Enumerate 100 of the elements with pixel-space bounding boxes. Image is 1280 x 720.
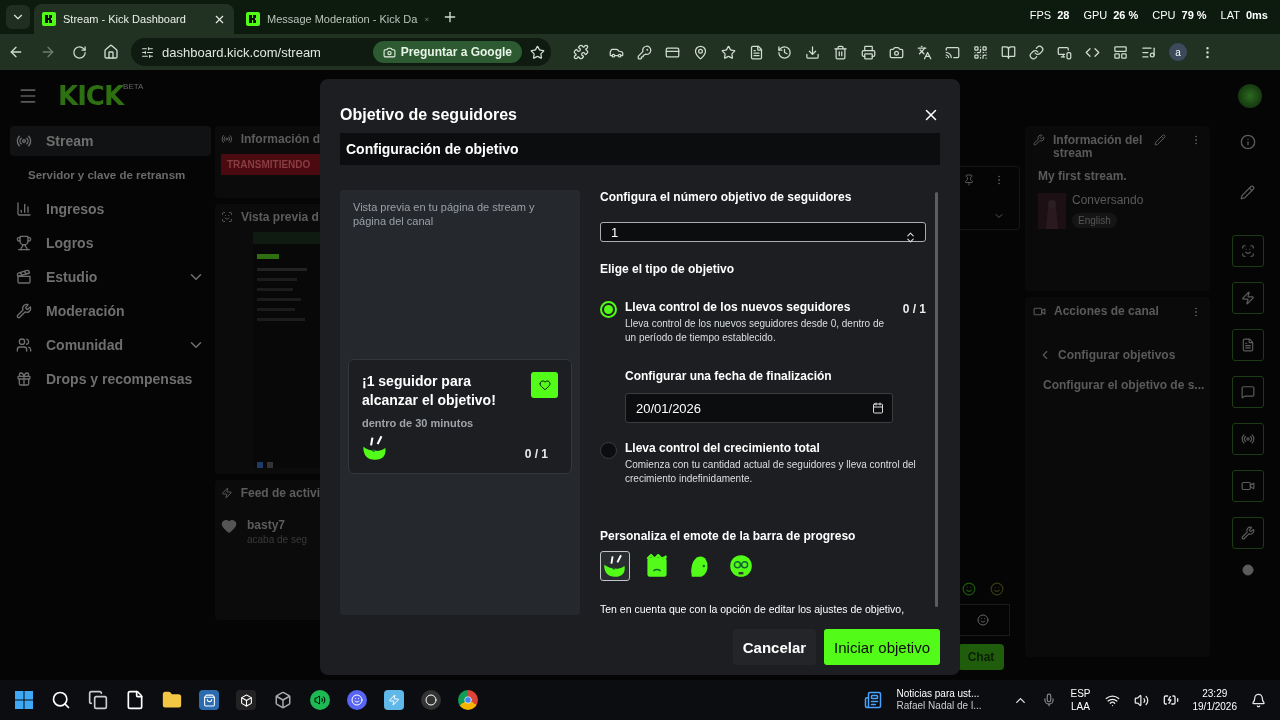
- chat-app-icon[interactable]: [347, 690, 367, 710]
- layout-icon[interactable]: [1113, 44, 1128, 60]
- home-icon[interactable]: [103, 44, 119, 60]
- browser-tab[interactable]: Stream - Kick Dashboard: [34, 4, 234, 34]
- camera-icon[interactable]: [889, 44, 904, 60]
- emote-icon: [990, 582, 1004, 596]
- reload-icon[interactable]: [72, 44, 87, 60]
- rail-button[interactable]: [1231, 517, 1264, 549]
- spinner-icon[interactable]: [904, 231, 917, 244]
- new-tab-icon[interactable]: [442, 9, 458, 25]
- file-icon[interactable]: [125, 690, 145, 710]
- bookmark-star-icon[interactable]: [530, 44, 545, 60]
- gift-icon[interactable]: [16, 371, 32, 387]
- game-launcher-icon[interactable]: [236, 690, 256, 710]
- search-icon[interactable]: [51, 690, 71, 710]
- scrollbar[interactable]: [935, 192, 938, 607]
- back-icon[interactable]: [8, 44, 24, 60]
- qr-code-icon[interactable]: [973, 44, 988, 60]
- nav-item[interactable]: Comunidad: [10, 330, 211, 360]
- nav-item[interactable]: Drops y recompensas: [10, 364, 211, 394]
- book-icon[interactable]: [1001, 44, 1016, 60]
- camera-icon[interactable]: [382, 45, 396, 59]
- site-settings-icon[interactable]: [141, 45, 154, 59]
- link-icon[interactable]: [1029, 44, 1044, 60]
- clapperboard-icon[interactable]: [16, 269, 32, 285]
- extensions-icon[interactable]: [573, 44, 589, 60]
- broadcast-icon[interactable]: [1240, 432, 1255, 446]
- notifications-icon[interactable]: [1251, 692, 1266, 708]
- trophy-icon[interactable]: [16, 235, 32, 251]
- feed-user: basty7: [247, 518, 287, 532]
- users-icon[interactable]: [16, 337, 32, 353]
- keyboard-language[interactable]: ESP LAA: [1070, 687, 1091, 713]
- nav-item[interactable]: Ingresos: [10, 194, 211, 224]
- cube-icon[interactable]: [273, 690, 293, 710]
- radio-button[interactable]: [600, 442, 617, 459]
- broadcast-icon[interactable]: [16, 133, 32, 149]
- emote-icon: [729, 554, 753, 578]
- battery-icon[interactable]: [1162, 692, 1179, 708]
- history-icon[interactable]: [777, 44, 792, 60]
- field-label: Elige el tipo de objetivo: [600, 262, 735, 276]
- tab-list-button[interactable]: [6, 5, 30, 29]
- wifi-icon[interactable]: [1104, 692, 1120, 708]
- wrench-icon[interactable]: [1240, 526, 1255, 540]
- forward-icon[interactable]: [40, 44, 56, 60]
- card-icon[interactable]: [665, 44, 680, 60]
- star-icon[interactable]: [721, 44, 736, 60]
- folder-icon[interactable]: [162, 690, 182, 710]
- ask-google-button[interactable]: Preguntar a Google: [372, 41, 522, 63]
- rail-button[interactable]: [1231, 329, 1264, 361]
- devices-icon[interactable]: [1057, 44, 1072, 60]
- clock[interactable]: 23:29 19/1/2026: [1192, 687, 1237, 713]
- lightning-icon[interactable]: [1240, 291, 1255, 305]
- download-icon[interactable]: [805, 44, 820, 60]
- address-bar[interactable]: dashboard.kick.com/stream Preguntar a Google: [131, 38, 551, 66]
- translate-icon[interactable]: [917, 44, 932, 60]
- rail-button[interactable]: [1231, 470, 1264, 502]
- cancel-button[interactable]: Cancelar: [732, 629, 817, 665]
- playlist-icon[interactable]: [1141, 44, 1156, 60]
- key-icon[interactable]: [637, 44, 652, 60]
- microphone-icon[interactable]: [1042, 693, 1057, 707]
- follower-target-field[interactable]: 1: [600, 222, 926, 242]
- cast-icon[interactable]: [945, 44, 960, 60]
- store-icon[interactable]: [199, 690, 219, 710]
- video-icon[interactable]: [1240, 479, 1255, 493]
- user-avatar[interactable]: [1238, 84, 1262, 108]
- windows-start-icon[interactable]: [14, 690, 34, 710]
- panel-title: Información del stream: [1053, 134, 1144, 160]
- menu-icon[interactable]: [18, 86, 38, 106]
- news-icon[interactable]: [864, 691, 883, 709]
- bar-chart-icon[interactable]: [16, 201, 32, 217]
- browser-icon[interactable]: [458, 690, 478, 710]
- calendar-icon[interactable]: [872, 402, 884, 414]
- pencil-icon[interactable]: [1240, 185, 1255, 200]
- emote-option[interactable]: [600, 551, 630, 581]
- lightning-icon: [221, 487, 233, 499]
- info-icon[interactable]: [1239, 134, 1256, 150]
- music-app-icon[interactable]: [310, 690, 330, 710]
- nav-item[interactable]: Stream: [10, 126, 211, 156]
- document-icon[interactable]: [749, 44, 764, 60]
- wrench-icon[interactable]: [16, 303, 32, 319]
- follow-button[interactable]: [531, 371, 558, 398]
- map-pin-icon[interactable]: [693, 44, 708, 60]
- volume-icon[interactable]: [1133, 692, 1149, 708]
- nav-item[interactable]: Logros: [10, 228, 211, 258]
- heart-icon[interactable]: [538, 378, 551, 391]
- task-view-icon[interactable]: [88, 690, 108, 710]
- profile-avatar[interactable]: a: [1169, 43, 1187, 61]
- news-widget[interactable]: Noticias para ust... Rafael Nadal de l...: [896, 687, 982, 713]
- nav-item[interactable]: Estudio: [10, 262, 211, 292]
- printer-icon[interactable]: [861, 44, 876, 60]
- trash-icon[interactable]: [833, 44, 848, 60]
- browser-tab[interactable]: Message Moderation - Kick Da: [238, 4, 438, 34]
- smiley-icon[interactable]: [977, 614, 989, 626]
- nav-subitem[interactable]: Servidor y clave de retransm: [28, 160, 186, 190]
- pin-icon[interactable]: [963, 174, 975, 186]
- nav-item[interactable]: Moderación: [10, 296, 211, 326]
- game-icon[interactable]: [384, 690, 404, 710]
- pencil-icon[interactable]: [1154, 134, 1166, 146]
- end-date-field[interactable]: 20/01/2026: [625, 393, 893, 423]
- start-goal-button[interactable]: Iniciar objetivo: [824, 629, 940, 665]
